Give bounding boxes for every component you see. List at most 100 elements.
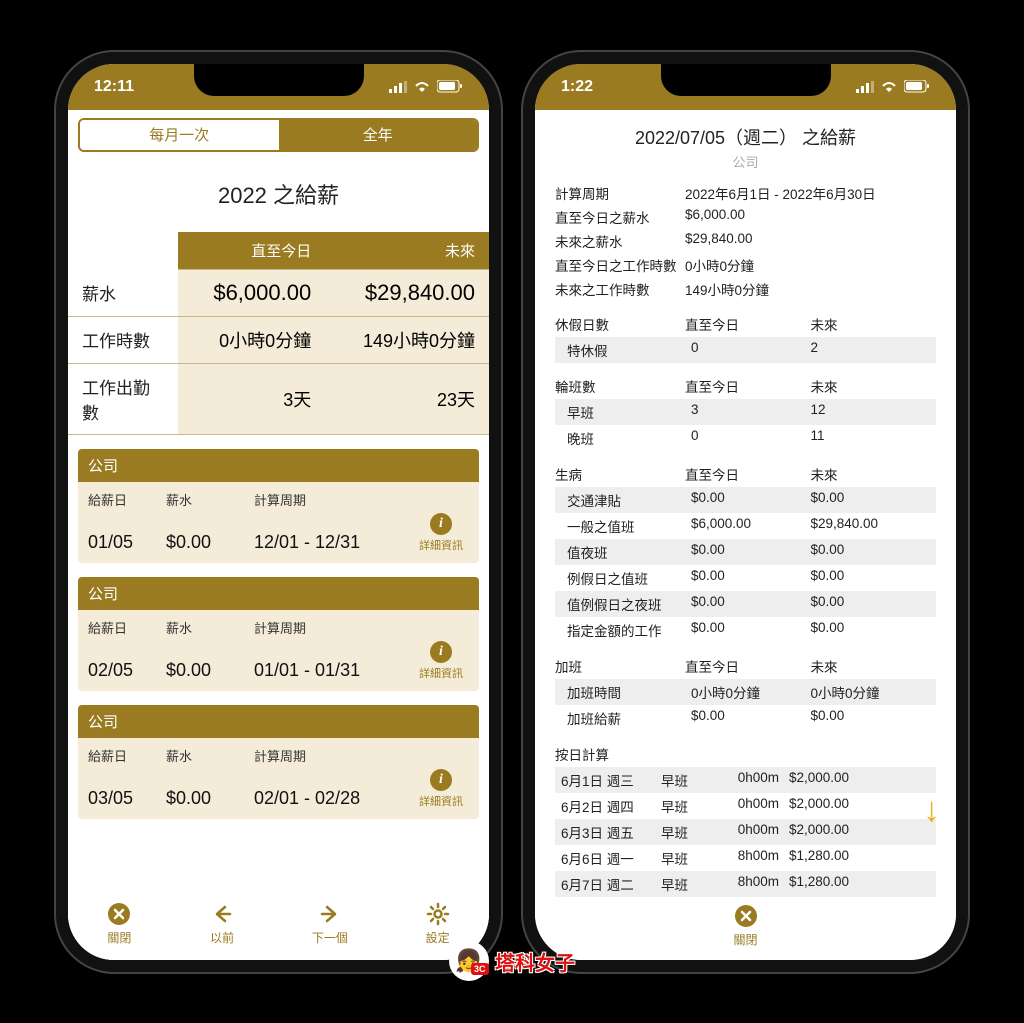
daily-amount: $1,280.00: [789, 848, 930, 868]
col-today: 直至今日: [685, 656, 811, 676]
col-today: 直至今日: [685, 376, 811, 396]
data-row: 晚班 0 11: [555, 425, 936, 451]
next-label: 下一個: [312, 929, 348, 946]
pay-card[interactable]: 公司 給薪日 薪水 計算周期 02/05 $0.00 01/01 - 01/31…: [78, 577, 479, 691]
row-name: 加班給薪: [561, 708, 691, 728]
data-row: 加班時間 0小時0分鐘 0小時0分鐘: [555, 679, 936, 705]
col-today: 直至今日: [685, 464, 811, 484]
row-today: 3: [691, 402, 811, 422]
detail-button[interactable]: i 詳細資訊: [413, 513, 469, 553]
period-value: 02/01 - 02/28: [254, 788, 405, 809]
payday-value: 03/05: [88, 788, 158, 809]
prev-button[interactable]: 以前: [209, 901, 235, 946]
data-row: 值夜班 $0.00 $0.00: [555, 539, 936, 565]
row-today: 0小時0分鐘: [691, 682, 811, 702]
close-icon: [106, 901, 132, 927]
close-label: 關閉: [107, 929, 131, 946]
scroll-down-icon[interactable]: ↓: [923, 791, 940, 830]
data-row: 早班 3 12: [555, 399, 936, 425]
detail-button[interactable]: i 詳細資訊: [413, 641, 469, 681]
kv-salary-future-label: 未來之薪水: [555, 231, 685, 251]
bottom-bar: 關閉 以前 下一個 設定: [68, 895, 489, 960]
detail-content[interactable]: 2022/07/05（週二） 之給薪 公司 計算周期2022年6月1日 - 20…: [535, 110, 956, 897]
detail-label: 詳細資訊: [419, 537, 463, 553]
salary-today: $6,000.00: [178, 269, 325, 316]
segment-yearly[interactable]: 全年: [279, 120, 478, 150]
daily-duration: 0h00m: [717, 796, 789, 816]
data-row: 一般之值班 $6,000.00 $29,840.00: [555, 513, 936, 539]
status-icons: [389, 80, 463, 93]
screen-right: 2022/07/05（週二） 之給薪 公司 計算周期2022年6月1日 - 20…: [535, 110, 956, 960]
row-hours-label: 工作時數: [68, 316, 178, 363]
daily-shift: 早班: [661, 874, 717, 894]
arrow-left-icon: [209, 901, 235, 927]
row-today: $0.00: [691, 542, 811, 562]
section-vacation: 休假日數 直至今日 未來 特休假 0 2: [555, 311, 936, 363]
payday-value: 01/05: [88, 532, 158, 553]
kv-hours-today-label: 直至今日之工作時數: [555, 255, 685, 275]
bottom-bar: 關閉: [535, 897, 956, 960]
segmented-control: 每月一次 全年: [78, 118, 479, 152]
daily-row: 6月2日 週四 早班 0h00m $2,000.00: [555, 793, 936, 819]
row-future: 2: [811, 340, 931, 360]
close-button[interactable]: 關閉: [733, 903, 759, 948]
row-today: $6,000.00: [691, 516, 811, 536]
row-future: $0.00: [811, 708, 931, 728]
gear-icon: [425, 901, 451, 927]
phone-right: 1:22 2022/07/05（週二） 之給薪 公司 計算周期2022年6月1日…: [523, 52, 968, 972]
close-button[interactable]: 關閉: [106, 901, 132, 946]
arrow-right-icon: [317, 901, 343, 927]
salary-label: 薪水: [166, 746, 246, 765]
salary-future: $29,840.00: [325, 269, 489, 316]
salary-label: 薪水: [166, 490, 246, 509]
card-company: 公司: [78, 577, 479, 610]
row-name: 加班時間: [561, 682, 691, 702]
watermark-badge: 3C: [471, 963, 489, 975]
section-daily: 按日計算 6月1日 週三 早班 0h00m $2,000.00 6月2日 週四 …: [555, 741, 936, 897]
row-today: $0.00: [691, 490, 811, 510]
close-label: 關閉: [733, 931, 757, 948]
daily-duration: 8h00m: [717, 848, 789, 868]
card-company: 公司: [78, 449, 479, 482]
page-title: 2022 之給薪: [68, 178, 489, 210]
status-time: 12:11: [94, 78, 134, 96]
row-today: $0.00: [691, 620, 811, 640]
kv-salary-today-label: 直至今日之薪水: [555, 207, 685, 227]
payday-label: 給薪日: [88, 746, 158, 765]
row-future: $0.00: [811, 594, 931, 614]
phone-left: 12:11 每月一次 全年 2022 之給薪 直至今日 未來: [56, 52, 501, 972]
period-value: 12/01 - 12/31: [254, 532, 405, 553]
row-name: 例假日之值班: [561, 568, 691, 588]
payday-label: 給薪日: [88, 490, 158, 509]
segment-monthly[interactable]: 每月一次: [80, 120, 279, 150]
row-future: 12: [811, 402, 931, 422]
row-today: $0.00: [691, 594, 811, 614]
row-future: 0小時0分鐘: [811, 682, 931, 702]
daily-date: 6月7日 週二: [561, 874, 661, 894]
kv-salary-future: $29,840.00: [685, 231, 936, 251]
attendance-today: 3天: [178, 363, 325, 434]
section-sick: 生病 直至今日 未來 交通津貼 $0.00 $0.00 一般之值班 $6,000…: [555, 461, 936, 643]
daily-date: 6月3日 週五: [561, 822, 661, 842]
salary-label: 薪水: [166, 618, 246, 637]
data-row: 交通津貼 $0.00 $0.00: [555, 487, 936, 513]
pay-card[interactable]: 公司 給薪日 薪水 計算周期 01/05 $0.00 12/01 - 12/31…: [78, 449, 479, 563]
daily-date: 6月2日 週四: [561, 796, 661, 816]
detail-title: 2022/07/05（週二） 之給薪: [555, 124, 936, 150]
payday-label: 給薪日: [88, 618, 158, 637]
card-company: 公司: [78, 705, 479, 738]
daily-amount: $1,280.00: [789, 874, 930, 894]
row-name: 交通津貼: [561, 490, 691, 510]
detail-button[interactable]: i 詳細資訊: [413, 769, 469, 809]
row-name: 值夜班: [561, 542, 691, 562]
row-attendance-label: 工作出勤數: [68, 363, 178, 434]
hours-future: 149小時0分鐘: [325, 316, 489, 363]
data-row: 指定金額的工作 $0.00 $0.00: [555, 617, 936, 643]
settings-button[interactable]: 設定: [425, 901, 451, 946]
next-button[interactable]: 下一個: [312, 901, 348, 946]
daily-row: 6月7日 週二 早班 8h00m $1,280.00: [555, 871, 936, 897]
row-today: 0: [691, 428, 811, 448]
row-today: $0.00: [691, 568, 811, 588]
pay-card[interactable]: 公司 給薪日 薪水 計算周期 03/05 $0.00 02/01 - 02/28…: [78, 705, 479, 819]
salary-value: $0.00: [166, 660, 246, 681]
